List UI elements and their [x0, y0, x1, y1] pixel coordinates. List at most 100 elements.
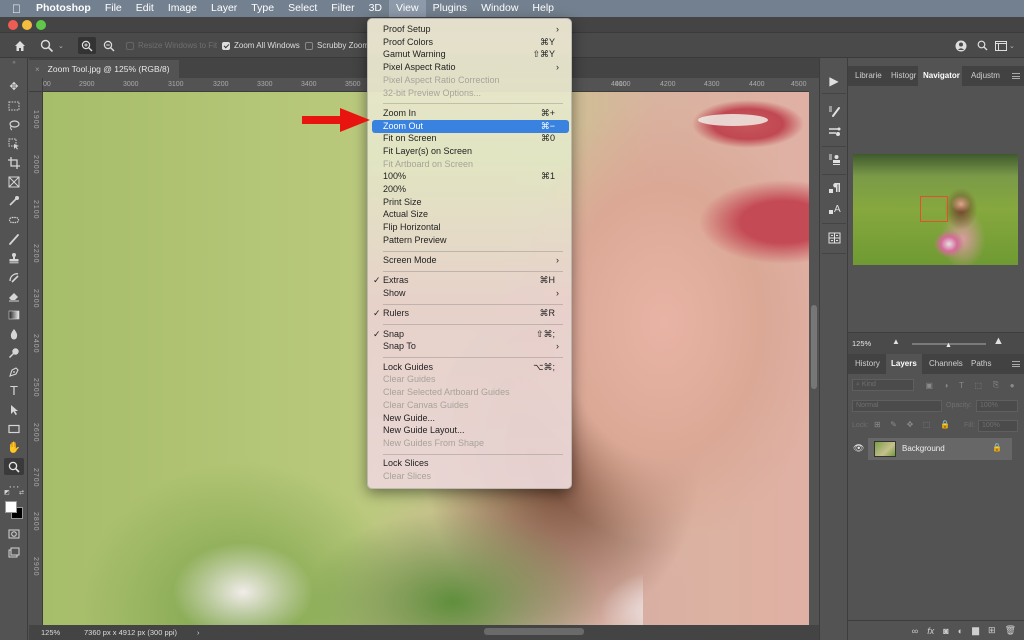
horizontal-scroll-thumb[interactable] [484, 628, 584, 635]
view-menu-item-proof-colors[interactable]: Proof Colors ⌘Y [372, 36, 569, 49]
marquee-tool[interactable] [4, 97, 24, 114]
foreground-color-swatch[interactable] [5, 501, 17, 513]
visibility-eye-icon[interactable]: 👁 [853, 443, 864, 454]
view-menu-item-flip-horizontal[interactable]: Flip Horizontal [372, 221, 569, 234]
brush-settings-button[interactable] [825, 103, 843, 119]
document-tab[interactable]: × Zoom Tool.jpg @ 125% (RGB/8) [29, 60, 179, 78]
status-zoom[interactable]: 125% [41, 628, 60, 637]
lock-transparent-icon[interactable]: ⊞ [874, 420, 881, 431]
object-selection-tool[interactable] [4, 135, 24, 152]
view-menu-item-100[interactable]: 100% ⌘1 [372, 170, 569, 183]
view-menu-item-print-size[interactable]: Print Size [372, 196, 569, 209]
blur-tool[interactable] [4, 325, 24, 342]
view-menu-item-extras[interactable]: ✓ Extras ⌘H [372, 274, 569, 287]
lasso-tool[interactable] [4, 116, 24, 133]
tab-adjustments[interactable]: Adjustm [966, 66, 1004, 86]
view-menu-item-gamut-warning[interactable]: Gamut Warning ⇧⌘Y [372, 48, 569, 61]
new-layer-icon[interactable]: ⊞ [988, 625, 996, 636]
default-colors-icon[interactable]: ◩ [4, 489, 10, 496]
scrubby-zoom-checkbox[interactable]: Scrubby Zoom [305, 37, 369, 54]
navigator-zoom-value[interactable]: 125% [852, 339, 871, 348]
rectangle-tool[interactable] [4, 420, 24, 437]
opacity-input[interactable]: 100% [976, 400, 1018, 412]
adjustment-filter-icon[interactable]: ◑ [944, 381, 949, 390]
view-menu-item-snap-to[interactable]: Snap To › [372, 340, 569, 353]
menu-view[interactable]: View [389, 0, 426, 17]
tab-histogram[interactable]: Histogr [886, 66, 920, 86]
hand-tool[interactable]: ✋ [4, 439, 24, 456]
zoom-in-mountain-icon[interactable]: ▲ [993, 335, 1004, 347]
view-menu-item-fit-on-screen[interactable]: Fit on Screen ⌘0 [372, 132, 569, 145]
navigator-zoom-slider-thumb[interactable]: ▲ [945, 342, 952, 349]
view-menu-item-rulers[interactable]: ✓ Rulers ⌘R [372, 307, 569, 320]
panel-menu-icon[interactable] [1012, 361, 1020, 367]
type-filter-icon[interactable]: T [959, 381, 964, 390]
paragraph-styles-button[interactable] [825, 180, 843, 196]
view-menu-item-new-guide[interactable]: New Guide... [372, 412, 569, 425]
brushes-panel-button[interactable] [825, 123, 843, 139]
tab-history[interactable]: History [850, 354, 885, 374]
shape-filter-icon[interactable]: ⬚ [975, 381, 983, 390]
eyedropper-tool[interactable] [4, 192, 24, 209]
vertical-scroll-thumb[interactable] [811, 305, 817, 389]
menu-photoshop[interactable]: Photoshop [29, 0, 98, 17]
navigator-thumbnail[interactable] [853, 154, 1018, 265]
resize-windows-check[interactable] [126, 41, 134, 50]
actions-panel-button[interactable]: ▶ [825, 73, 843, 89]
history-brush-tool[interactable] [4, 268, 24, 285]
tab-libraries[interactable]: Librarie [850, 66, 888, 86]
workspace-switcher[interactable]: ⌄ [995, 37, 1019, 54]
view-menu-item-pattern-preview[interactable]: Pattern Preview [372, 234, 569, 247]
zoom-all-windows-check[interactable] [222, 41, 230, 50]
view-menu-item-zoom-in[interactable]: Zoom In ⌘+ [372, 107, 569, 120]
ruler-origin[interactable] [29, 78, 43, 92]
home-button[interactable] [10, 37, 30, 54]
frame-tool[interactable] [4, 173, 24, 190]
crop-tool[interactable] [4, 154, 24, 171]
lock-position-icon[interactable]: ✥ [907, 420, 914, 431]
menu-image[interactable]: Image [161, 0, 204, 17]
dodge-tool[interactable] [4, 344, 24, 361]
swap-colors-icon[interactable]: ⇄ [19, 489, 24, 496]
tab-navigator[interactable]: Navigator [918, 66, 962, 86]
lock-pixels-icon[interactable]: ✎ [890, 420, 897, 431]
delete-layer-trash-icon[interactable]: 🗑 [1005, 625, 1016, 636]
path-selection-tool[interactable] [4, 401, 24, 418]
character-styles-button[interactable]: A [825, 201, 843, 217]
healing-brush-tool[interactable] [4, 211, 24, 228]
layer-style-fx-icon[interactable]: fx [927, 626, 934, 636]
menu-3d[interactable]: 3D [362, 0, 389, 17]
close-window-button[interactable] [8, 20, 18, 30]
view-menu-item-snap[interactable]: ✓ Snap ⇧⌘; [372, 328, 569, 341]
navigator-view-box[interactable] [920, 196, 948, 222]
view-menu-item-lock-guides[interactable]: Lock Guides ⌥⌘; [372, 361, 569, 374]
apple-icon[interactable]:  [0, 2, 29, 16]
tab-channels[interactable]: Channels [924, 354, 968, 374]
clone-stamp-tool[interactable] [4, 249, 24, 266]
scrubby-zoom-check[interactable] [305, 41, 313, 50]
search-button[interactable] [975, 37, 989, 54]
close-tab-icon[interactable]: × [35, 65, 40, 74]
minimize-window-button[interactable] [22, 20, 32, 30]
vertical-ruler[interactable]: 1900 2000 2100 2200 2300 2400 2500 2600 … [29, 92, 43, 625]
view-menu-item-lock-slices[interactable]: Lock Slices [372, 457, 569, 470]
menu-filter[interactable]: Filter [324, 0, 361, 17]
view-menu-item-zoom-out[interactable]: Zoom Out ⌘− [372, 119, 569, 133]
view-menu-item-fit-layer-s-on-screen[interactable]: Fit Layer(s) on Screen [372, 145, 569, 158]
zoom-tool-preset-picker[interactable]: ⌄ [40, 37, 70, 54]
clone-source-button[interactable] [825, 151, 843, 167]
filter-toggle-icon[interactable]: ● [1010, 381, 1015, 390]
gradient-tool[interactable] [4, 306, 24, 323]
view-menu-item-new-guide-layout[interactable]: New Guide Layout... [372, 424, 569, 437]
fill-input[interactable]: 100% [978, 420, 1018, 432]
view-menu-item-screen-mode[interactable]: Screen Mode › [372, 254, 569, 267]
new-group-folder-icon[interactable]: ▆ [972, 625, 979, 636]
menu-edit[interactable]: Edit [129, 0, 161, 17]
menu-type[interactable]: Type [244, 0, 281, 17]
menu-window[interactable]: Window [474, 0, 525, 17]
blend-mode-select[interactable]: Normal [852, 400, 942, 412]
panel-menu-icon[interactable] [1012, 73, 1020, 79]
menu-plugins[interactable]: Plugins [426, 0, 474, 17]
view-menu-item-proof-setup[interactable]: Proof Setup › [372, 23, 569, 36]
pixel-filter-icon[interactable]: ▣ [925, 381, 933, 390]
